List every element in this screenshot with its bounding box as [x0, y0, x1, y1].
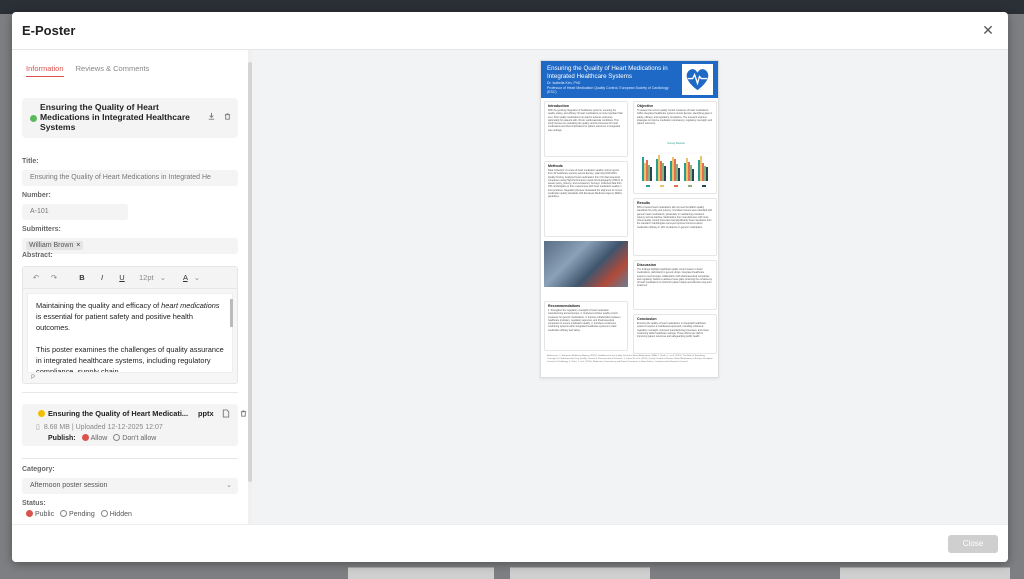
- tab-information[interactable]: Information: [26, 64, 64, 77]
- title-label: Title:: [22, 158, 39, 165]
- background-thumbnail: [348, 567, 494, 579]
- trash-icon[interactable]: [238, 409, 248, 419]
- file-card: Ensuring the Quality of Heart Medicati..…: [22, 404, 246, 446]
- status-dot: [30, 115, 37, 122]
- editor-status-path: P: [31, 375, 36, 381]
- poster-preview-title: Ensuring the Quality of Heart Medication…: [547, 65, 668, 80]
- allow-label: Allow: [90, 435, 108, 442]
- number-label: Number:: [22, 192, 51, 199]
- abstract-paragraph: Maintaining the quality and efficacy of …: [36, 301, 220, 332]
- heart-logo-icon: [682, 64, 713, 95]
- tab-bar: Information Reviews & Comments: [26, 64, 159, 77]
- remove-chip-icon[interactable]: ×: [76, 242, 80, 249]
- status-radio-group: Public Pending Hidden: [22, 510, 132, 518]
- modal-footer: Close: [12, 524, 1008, 562]
- abstract-paragraph: This poster examines the challenges of q…: [36, 345, 224, 373]
- trash-icon[interactable]: [222, 112, 232, 122]
- file-meta: ▯ 8.68 MB | Uploaded 12-12-2025 12:07: [36, 424, 163, 431]
- category-select[interactable]: Afternoon poster session ⌄: [22, 478, 238, 494]
- submitters-field[interactable]: William Brown ×: [22, 238, 238, 254]
- hidden-radio[interactable]: [100, 510, 108, 517]
- submitter-name: William Brown: [29, 242, 74, 249]
- editor-toolbar: ↶ ↷ B I U 12pt ⌄ A ⌄: [23, 267, 237, 289]
- poster-recommendations: Recommendations 1. Strengthen the regula…: [544, 301, 628, 351]
- allow-radio[interactable]: [81, 434, 89, 441]
- poster-introduction: Introduction With the growing integratio…: [544, 101, 628, 157]
- chevron-down-icon: ⌄: [226, 482, 232, 489]
- file-icon[interactable]: [221, 409, 231, 419]
- pending-label: Pending: [69, 511, 95, 518]
- close-button[interactable]: Close: [948, 535, 998, 553]
- poster-chart: Survey Results: [638, 142, 714, 192]
- file-extension: pptx: [198, 409, 214, 418]
- editor-scrollbar[interactable]: [230, 293, 233, 373]
- submitter-chip: William Brown ×: [26, 241, 84, 250]
- dont-allow-label: Don't allow: [122, 435, 157, 442]
- divider: [22, 392, 238, 393]
- modal-header: E-Poster ✕: [12, 12, 1008, 50]
- undo-icon[interactable]: ↶: [31, 272, 41, 284]
- dont-allow-radio[interactable]: [113, 434, 121, 441]
- background-thumbnail: [840, 567, 1010, 579]
- chevron-down-icon: ⌄: [193, 273, 200, 282]
- chevron-down-icon: ⌄: [159, 273, 166, 282]
- public-label: Public: [35, 511, 55, 518]
- poster-summary-card: Ensuring the Quality of Heart Medication…: [22, 98, 238, 138]
- font-size-value: 12pt: [139, 273, 154, 282]
- status-label: Status:: [22, 500, 46, 507]
- tab-reviews-comments[interactable]: Reviews & Comments: [76, 64, 150, 76]
- poster-preview: Ensuring the Quality of Heart Medication…: [540, 60, 719, 378]
- divider: [22, 458, 238, 459]
- file-status-dot: [38, 410, 45, 417]
- pending-radio[interactable]: [60, 510, 68, 517]
- poster-photo: [544, 241, 628, 287]
- e-poster-modal: E-Poster ✕ Information Reviews & Comment…: [12, 12, 1008, 562]
- poster-bar-chart: [640, 152, 712, 187]
- poster-author: Dr. Isabella Kim, PhD Professor of Heart…: [547, 81, 669, 95]
- publish-row: Publish: Allow Don't allow: [48, 434, 156, 442]
- poster-results: Results 68% of tested heart medications …: [633, 198, 717, 256]
- modal-title: E-Poster: [22, 23, 76, 38]
- poster-references: References: 1. European Medicines Agency…: [547, 355, 713, 363]
- background-thumbnail: [510, 567, 650, 579]
- abstract-label: Abstract:: [22, 252, 53, 259]
- close-icon[interactable]: ✕: [980, 22, 996, 38]
- title-field[interactable]: Ensuring the Quality of Heart Medication…: [22, 170, 238, 186]
- category-label: Category:: [22, 466, 55, 473]
- document-icon: ▯: [36, 424, 40, 431]
- redo-icon[interactable]: ↷: [49, 272, 59, 284]
- bold-button[interactable]: B: [77, 272, 87, 284]
- poster-preview-area: Ensuring the Quality of Heart Medication…: [252, 50, 1008, 524]
- publish-label: Publish:: [48, 435, 76, 442]
- download-icon[interactable]: [206, 112, 216, 122]
- hidden-label: Hidden: [109, 511, 132, 518]
- submitters-label: Submitters:: [22, 226, 61, 233]
- poster-discussion: Discussion The findings highlight signif…: [633, 260, 717, 310]
- font-size-select[interactable]: 12pt ⌄: [139, 272, 175, 284]
- poster-objective: Objective To assess the current quality …: [633, 101, 717, 194]
- poster-conclusion: Conclusion Ensuring the quality of heart…: [633, 314, 717, 354]
- category-value: Afternoon poster session: [30, 482, 108, 489]
- abstract-editor: ↶ ↷ B I U 12pt ⌄ A ⌄ Maintaining the qua…: [22, 266, 238, 384]
- abstract-text-area[interactable]: Maintaining the quality and efficacy of …: [27, 293, 233, 373]
- file-name: Ensuring the Quality of Heart Medicati..…: [48, 409, 189, 418]
- italic-button[interactable]: I: [97, 272, 107, 284]
- poster-methods: Methods Data Collection: A review of hea…: [544, 161, 628, 237]
- text-color-select[interactable]: A ⌄: [183, 272, 209, 284]
- poster-title: Ensuring the Quality of Heart Medication…: [40, 102, 190, 132]
- underline-button[interactable]: U: [117, 272, 127, 284]
- text-color-icon: A: [183, 273, 188, 282]
- information-panel: Information Reviews & Comments Ensuring …: [12, 50, 248, 524]
- public-radio[interactable]: [26, 510, 33, 517]
- number-field[interactable]: A-101: [22, 204, 128, 220]
- poster-header: Ensuring the Quality of Heart Medication…: [541, 61, 718, 98]
